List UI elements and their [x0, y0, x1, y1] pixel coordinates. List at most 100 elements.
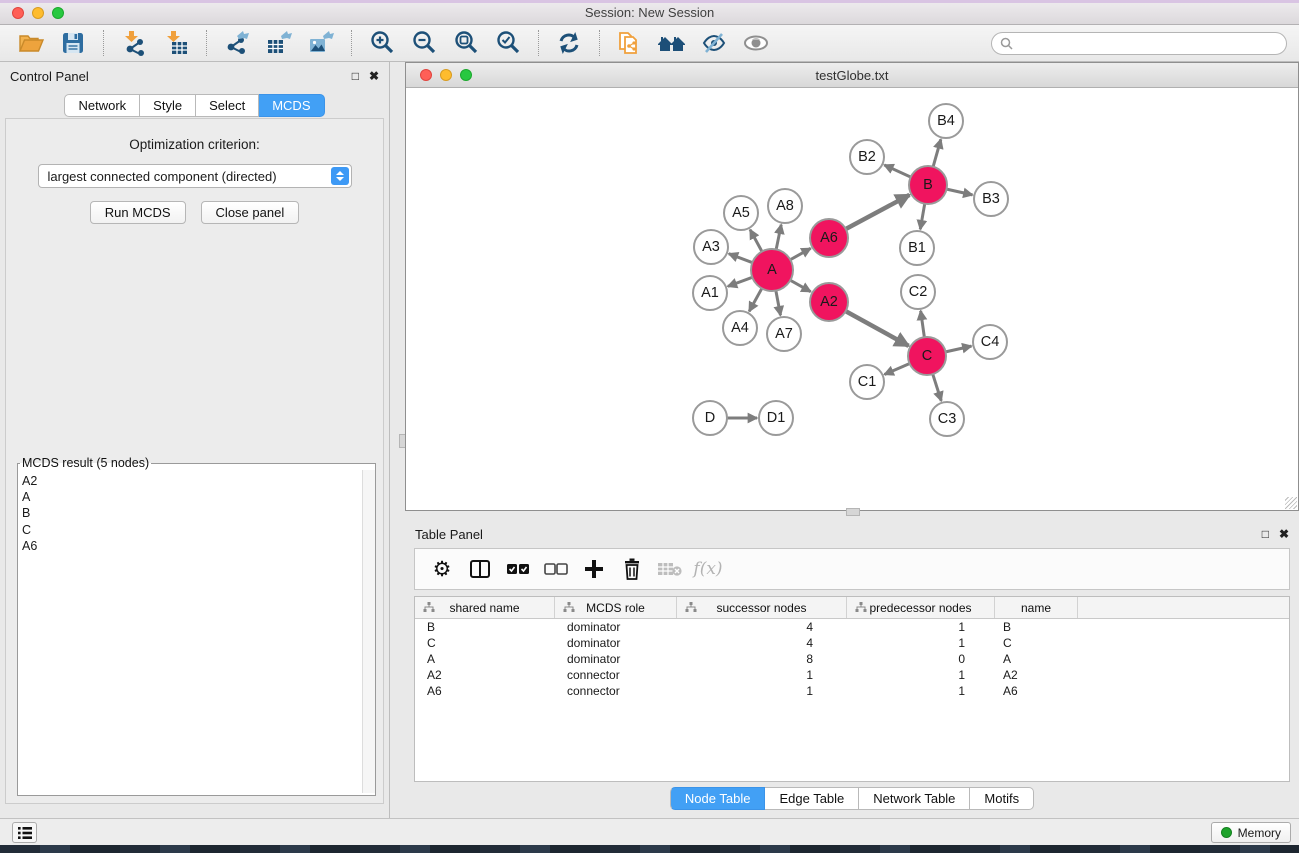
table-cell: dominator — [555, 635, 677, 651]
result-item[interactable]: C — [22, 522, 362, 538]
table-row[interactable]: Cdominator41C — [415, 635, 1289, 651]
delete-column-icon[interactable] — [615, 553, 649, 585]
network-canvas[interactable]: B4B2BB3A8A5A6A3B1AA1C2A2A4A7C4CC1C3DD1 — [406, 88, 1298, 510]
close-panel-button[interactable]: Close panel — [201, 201, 300, 224]
network-window: testGlobe.txt B4B2BB3A8A5A6A3B1AA1C2A2A4… — [405, 62, 1299, 511]
table-cell: 1 — [677, 667, 847, 683]
zoom-out-icon[interactable] — [408, 28, 440, 58]
table-body: Bdominator41BCdominator41CAdominator80AA… — [415, 619, 1289, 699]
table-settings-gear-icon[interactable]: ⚙ — [425, 553, 459, 585]
table-cell: connector — [555, 683, 677, 699]
tab-motifs[interactable]: Motifs — [970, 787, 1034, 810]
zoom-selected-icon[interactable] — [492, 28, 524, 58]
refresh-layout-icon[interactable] — [553, 28, 585, 58]
memory-button[interactable]: Memory — [1211, 822, 1291, 843]
mcds-panel: Optimization criterion: largest connecte… — [5, 118, 384, 804]
tab-network-table[interactable]: Network Table — [859, 787, 970, 810]
toolbar-separator — [599, 30, 600, 56]
tab-edge-table[interactable]: Edge Table — [765, 787, 859, 810]
graph-node-label: A6 — [820, 230, 838, 246]
save-session-icon[interactable] — [57, 28, 89, 58]
column-type-hierarchy-icon — [423, 602, 435, 613]
tab-select[interactable]: Select — [196, 94, 259, 117]
memory-label: Memory — [1238, 826, 1281, 840]
column-type-hierarchy-icon — [685, 602, 697, 613]
control-panel: Control Panel □ ✖ NetworkStyleSelectMCDS… — [0, 62, 390, 818]
float-panel-icon[interactable]: □ — [352, 69, 359, 83]
import-network-icon[interactable] — [118, 28, 150, 58]
criterion-dropdown[interactable]: largest connected component (directed) — [38, 164, 352, 188]
table-cell: A — [995, 651, 1078, 667]
tab-network[interactable]: Network — [64, 94, 140, 117]
window-resize-grip[interactable] — [1285, 497, 1297, 509]
table-cell: 1 — [677, 683, 847, 699]
run-mcds-button[interactable]: Run MCDS — [90, 201, 186, 224]
mcds-result-legend: MCDS result (5 nodes) — [20, 456, 151, 470]
table-row[interactable]: Bdominator41B — [415, 619, 1289, 635]
desktop-background-strip — [0, 845, 1299, 853]
mcds-result-list[interactable]: A2ABCA6 — [18, 470, 362, 793]
table-row[interactable]: A2connector11A2 — [415, 667, 1289, 683]
graph-node-label: B3 — [982, 191, 1000, 207]
toolbar-separator — [351, 30, 352, 56]
node-table: shared name MCDS role successor nodes prede… — [414, 596, 1290, 782]
export-network-icon[interactable] — [221, 28, 253, 58]
search-input[interactable] — [1018, 36, 1278, 50]
zoom-fit-icon[interactable] — [450, 28, 482, 58]
zoom-in-icon[interactable] — [366, 28, 398, 58]
home-icon[interactable] — [656, 28, 688, 58]
table-cell: C — [995, 635, 1078, 651]
close-table-panel-icon[interactable]: ✖ — [1279, 527, 1289, 541]
close-panel-icon[interactable]: ✖ — [369, 69, 379, 83]
select-all-icon[interactable] — [501, 553, 535, 585]
column-header-mcds-role[interactable]: MCDS role — [555, 597, 677, 618]
delete-table-icon[interactable] — [653, 553, 687, 585]
export-table-icon[interactable] — [263, 28, 295, 58]
open-session-icon[interactable] — [15, 28, 47, 58]
toolbar-separator — [538, 30, 539, 56]
column-header-name[interactable]: name — [995, 597, 1078, 618]
search-icon — [1000, 37, 1013, 50]
table-row[interactable]: Adominator80A — [415, 651, 1289, 667]
search-field[interactable] — [991, 32, 1287, 55]
copy-network-icon[interactable] — [614, 28, 646, 58]
task-history-button[interactable] — [12, 822, 37, 843]
table-panel-header: Table Panel □ ✖ — [405, 520, 1299, 548]
column-header-label: successor nodes — [716, 601, 806, 615]
session-title: Session: New Session — [0, 5, 1299, 20]
column-header-label: MCDS role — [586, 601, 645, 615]
column-type-hierarchy-icon — [563, 602, 575, 613]
result-item[interactable]: A2 — [22, 473, 362, 489]
graph-node-label: C3 — [938, 411, 957, 427]
horizontal-divider-grip[interactable] — [846, 508, 860, 516]
split-columns-icon[interactable] — [463, 553, 497, 585]
tab-mcds[interactable]: MCDS — [259, 94, 324, 117]
result-item[interactable]: A — [22, 489, 362, 505]
network-window-titlebar[interactable]: testGlobe.txt — [406, 63, 1298, 88]
graph-node-label: A3 — [702, 239, 720, 255]
hide-graphics-details-icon[interactable] — [698, 28, 730, 58]
result-item[interactable]: B — [22, 505, 362, 521]
result-scrollbar[interactable] — [362, 470, 375, 793]
export-image-icon[interactable] — [305, 28, 337, 58]
table-row[interactable]: A6connector11A6 — [415, 683, 1289, 699]
os-titlebar: Session: New Session — [0, 0, 1299, 25]
column-header-shared-name[interactable]: shared name — [415, 597, 555, 618]
tab-style[interactable]: Style — [140, 94, 196, 117]
graph-node-label: D — [705, 410, 715, 426]
graph-node-label: C — [922, 348, 932, 364]
main-toolbar — [0, 25, 1299, 62]
show-eye-icon[interactable] — [740, 28, 772, 58]
deselect-all-icon[interactable] — [539, 553, 573, 585]
import-table-icon[interactable] — [160, 28, 192, 58]
result-item[interactable]: A6 — [22, 538, 362, 554]
graph-node-label: A5 — [732, 205, 750, 221]
tab-node-table[interactable]: Node Table — [670, 787, 766, 810]
function-builder-icon[interactable]: f(x) — [691, 553, 725, 585]
add-column-icon[interactable] — [577, 553, 611, 585]
criterion-value: largest connected component (directed) — [48, 169, 277, 184]
column-header-predecessor-nodes[interactable]: predecessor nodes — [847, 597, 995, 618]
network-graph[interactable]: B4B2BB3A8A5A6A3B1AA1C2A2A4A7C4CC1C3DD1 — [406, 88, 1298, 510]
column-header-successor-nodes[interactable]: successor nodes — [677, 597, 847, 618]
float-table-panel-icon[interactable]: □ — [1262, 527, 1269, 541]
